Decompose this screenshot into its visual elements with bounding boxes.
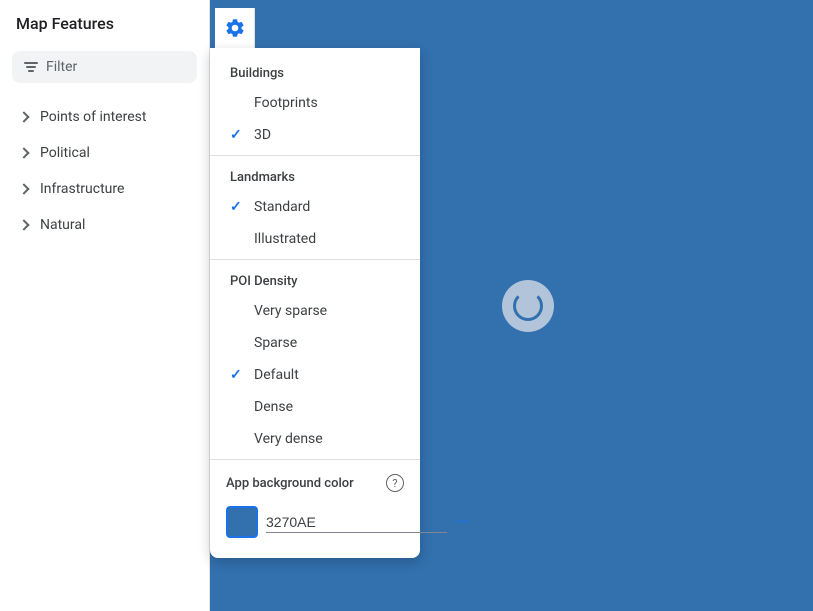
loading-spinner [502, 280, 554, 332]
map-features-title: Map Features [16, 14, 114, 33]
filter-label: Filter [46, 59, 77, 75]
sidebar-item-points-of-interest[interactable]: Points of interest [0, 99, 209, 135]
very-sparse-option[interactable]: Very sparse [210, 295, 420, 327]
bg-color-label-wrap: App background color [226, 476, 354, 491]
divider-1 [210, 155, 420, 156]
3d-option[interactable]: 3D [210, 119, 420, 151]
settings-button[interactable] [215, 8, 255, 48]
help-icon[interactable]: ? [386, 474, 404, 492]
sparse-option[interactable]: Sparse [210, 327, 420, 359]
filter-icon [24, 62, 38, 72]
dense-option[interactable]: Dense [210, 391, 420, 423]
color-clear-button[interactable]: — [455, 512, 470, 532]
gear-icon [224, 17, 246, 39]
sidebar-item-natural[interactable]: Natural [0, 207, 209, 243]
settings-dropdown: Buildings Footprints 3D Landmarks Standa… [210, 48, 420, 558]
illustrated-option[interactable]: Illustrated [210, 223, 420, 255]
chevron-icon [18, 219, 29, 230]
sidebar-nav: Points of interest Political Infrastruct… [0, 99, 209, 611]
chevron-icon [18, 147, 29, 158]
sidebar-item-label: Infrastructure [40, 181, 124, 197]
spinner-animation [513, 291, 543, 321]
sidebar-item-label: Points of interest [40, 109, 146, 125]
sidebar-item-infrastructure[interactable]: Infrastructure [0, 171, 209, 207]
app-background-color-row: App background color ? [210, 464, 420, 502]
sidebar-item-label: Political [40, 145, 90, 161]
sidebar: Map Features Filter Points of interest P… [0, 0, 210, 611]
buildings-section-label: Buildings [210, 56, 420, 87]
color-hex-input[interactable] [266, 512, 447, 533]
chevron-icon [18, 111, 29, 122]
very-dense-option[interactable]: Very dense [210, 423, 420, 455]
sidebar-header: Map Features [0, 0, 209, 43]
divider-2 [210, 259, 420, 260]
standard-option[interactable]: Standard [210, 191, 420, 223]
bg-color-label: App background color [226, 476, 354, 491]
chevron-icon [18, 183, 29, 194]
divider-3 [210, 459, 420, 460]
default-option[interactable]: Default [210, 359, 420, 391]
poi-density-section-label: POI Density [210, 264, 420, 295]
filter-bar[interactable]: Filter [12, 51, 197, 83]
sidebar-item-political[interactable]: Political [0, 135, 209, 171]
color-input-row: — [210, 502, 420, 550]
sidebar-item-label: Natural [40, 217, 85, 233]
landmarks-section-label: Landmarks [210, 160, 420, 191]
color-swatch[interactable] [226, 506, 258, 538]
footprints-option[interactable]: Footprints [210, 87, 420, 119]
